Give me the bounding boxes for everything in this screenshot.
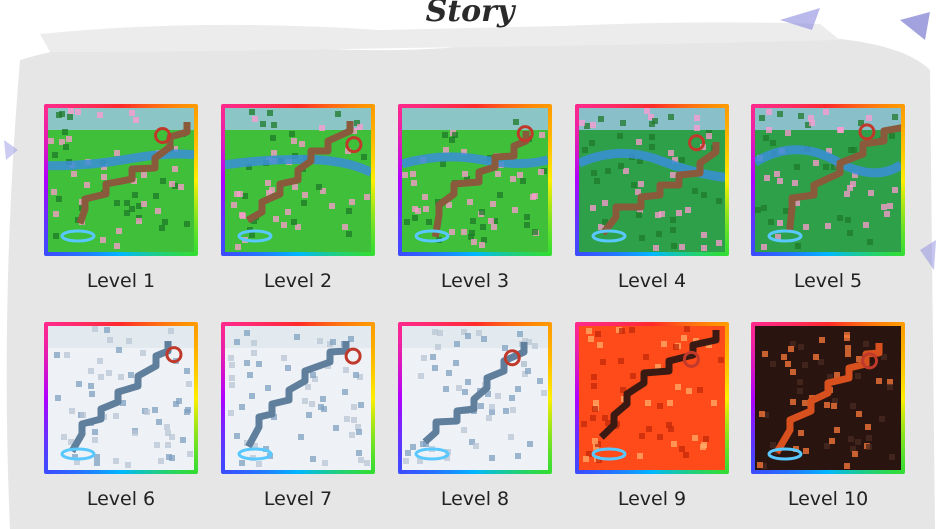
level-thumbnail: [402, 326, 548, 470]
level-card-7[interactable]: Level 7: [221, 322, 375, 510]
level-label: Level 7: [263, 488, 333, 510]
level-label: Level 8: [440, 488, 510, 510]
level-thumbnail: [579, 108, 725, 252]
level-thumbnail: [48, 326, 194, 470]
level-card-5[interactable]: Level 5: [751, 104, 905, 292]
level-thumbnail: [579, 326, 725, 470]
level-card-2[interactable]: Level 2: [221, 104, 375, 292]
rainbow-frame: [751, 104, 905, 256]
level-label: Level 5: [793, 270, 863, 292]
level-thumbnail: [48, 108, 194, 252]
level-card-1[interactable]: Level 1: [44, 104, 198, 292]
level-card-4[interactable]: Level 4: [575, 104, 729, 292]
rainbow-frame: [398, 104, 552, 256]
level-thumbnail: [225, 326, 371, 470]
rainbow-frame: [44, 322, 198, 474]
level-label: Level 9: [617, 488, 687, 510]
level-label: Level 6: [86, 488, 156, 510]
level-thumbnail: [402, 108, 548, 252]
level-label: Level 10: [787, 488, 869, 510]
rainbow-frame: [44, 104, 198, 256]
rainbow-frame: [221, 322, 375, 474]
rainbow-frame: [221, 104, 375, 256]
level-card-6[interactable]: Level 6: [44, 322, 198, 510]
level-card-8[interactable]: Level 8: [398, 322, 552, 510]
level-label: Level 4: [617, 270, 687, 292]
level-label: Level 2: [263, 270, 333, 292]
level-thumbnail: [755, 108, 901, 252]
level-label: Level 3: [440, 270, 510, 292]
page-title: Story: [425, 0, 515, 29]
level-card-10[interactable]: Level 10: [751, 322, 905, 510]
rainbow-frame: [751, 322, 905, 474]
level-thumbnail: [755, 326, 901, 470]
level-card-3[interactable]: Level 3: [398, 104, 552, 292]
level-grid: Level 1 Level 2 Level 3 Level 4 Level 5 Level…: [44, 104, 905, 529]
level-card-9[interactable]: Level 9: [575, 322, 729, 510]
rainbow-frame: [575, 322, 729, 474]
rainbow-frame: [575, 104, 729, 256]
level-label: Level 1: [86, 270, 156, 292]
level-thumbnail: [225, 108, 371, 252]
rainbow-frame: [398, 322, 552, 474]
